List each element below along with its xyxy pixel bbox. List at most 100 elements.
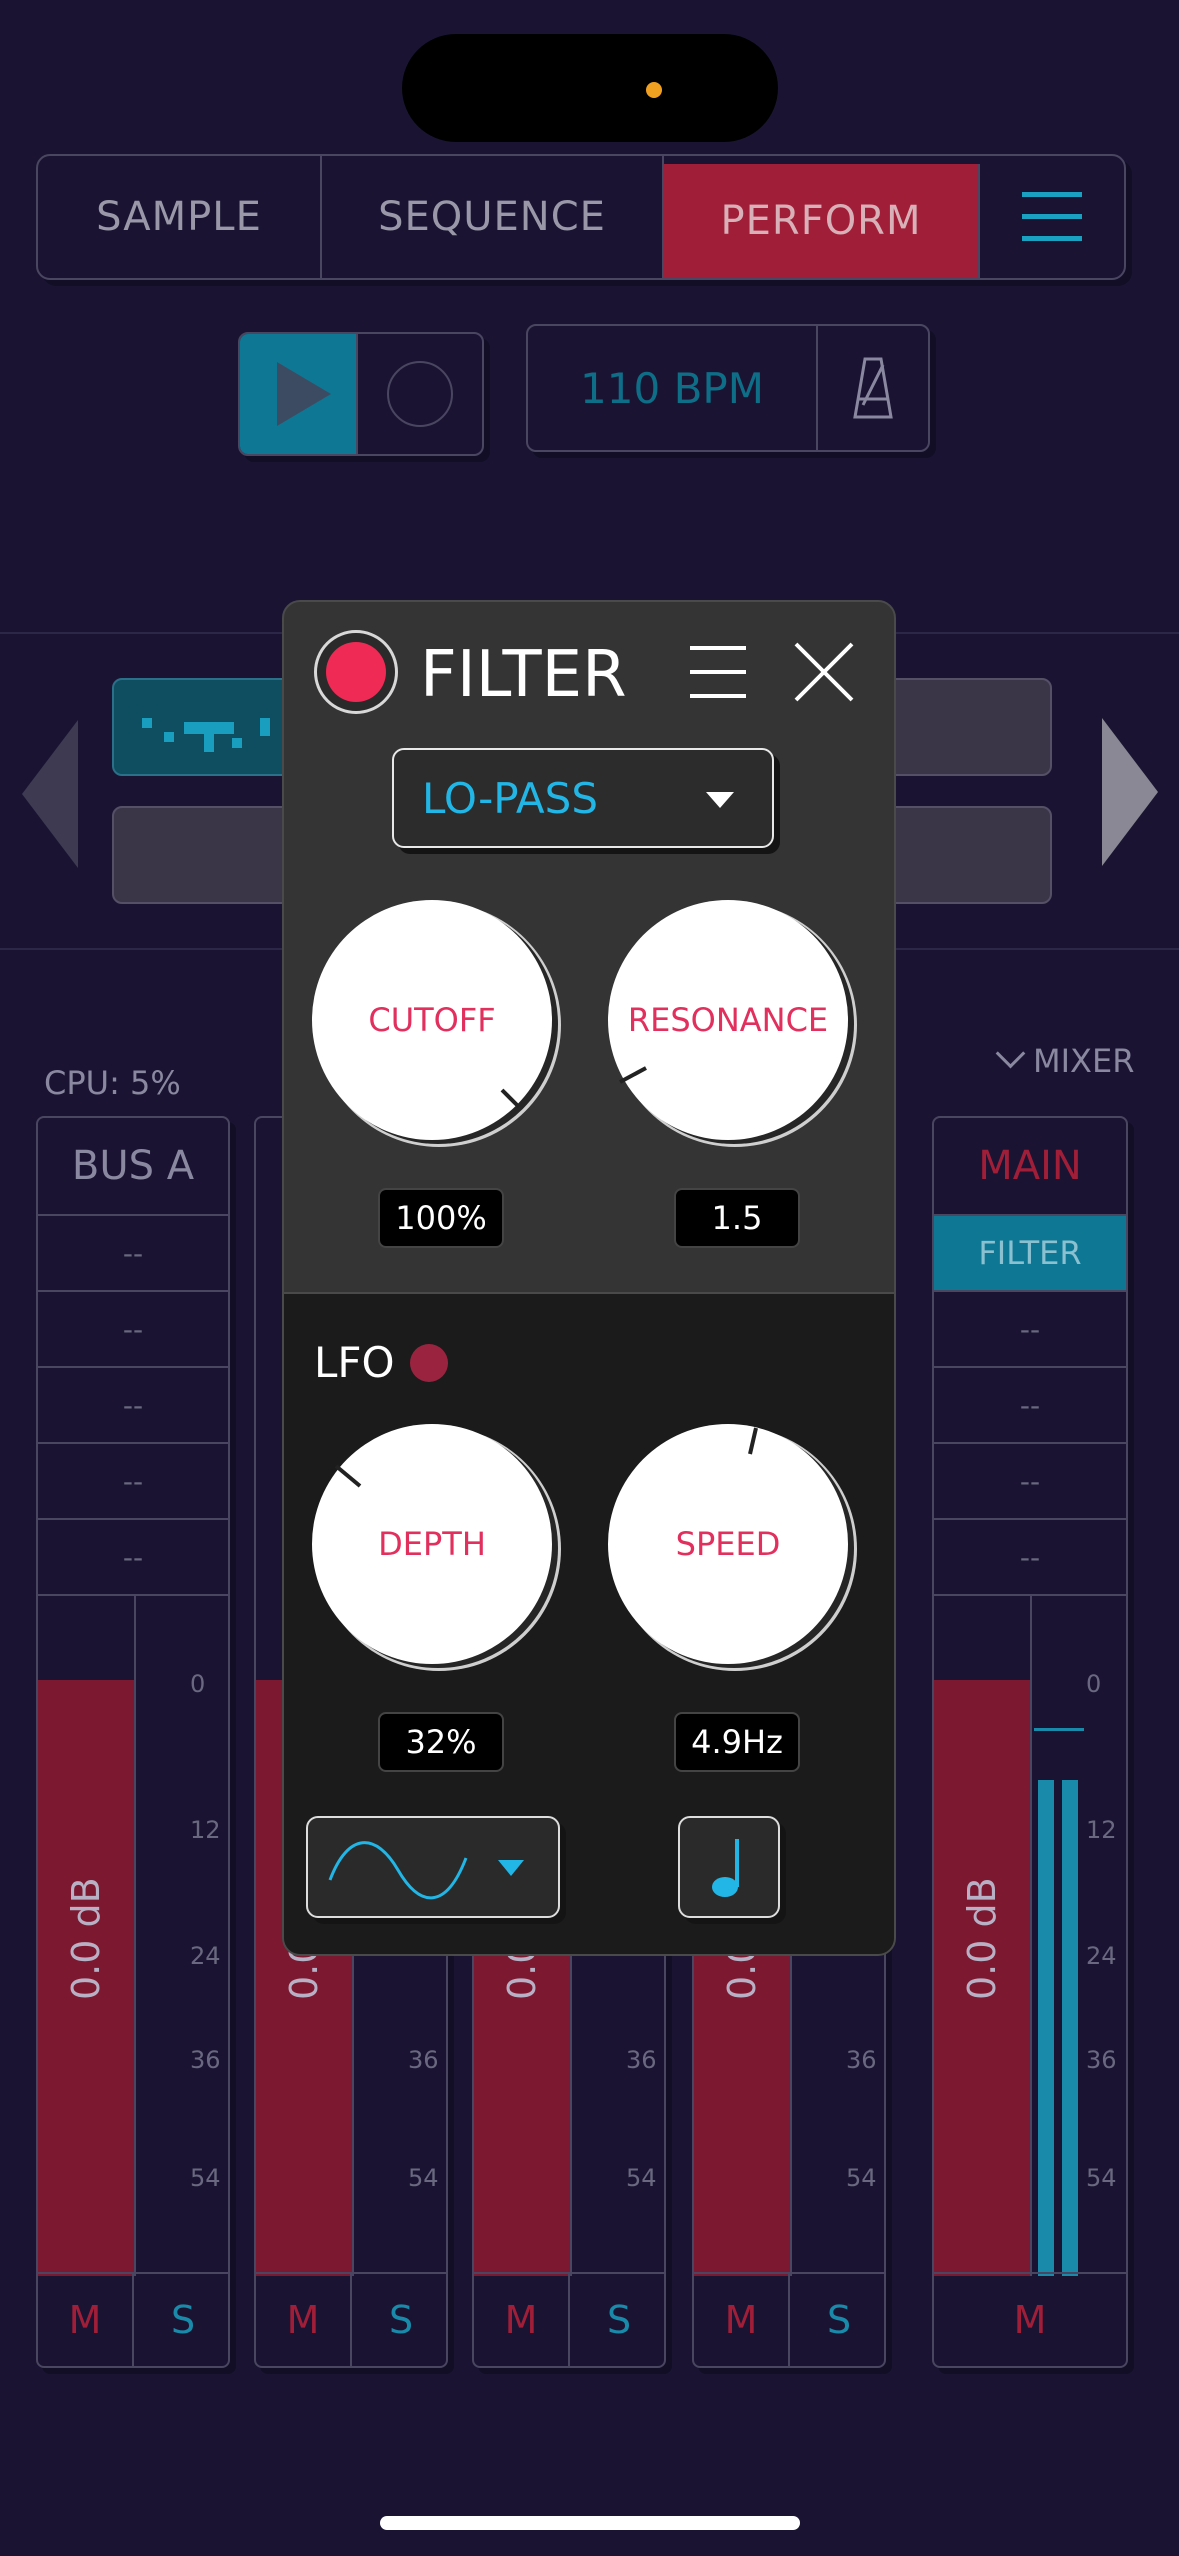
resonance-knob[interactable]: RESONANCE — [608, 900, 848, 1140]
effect-slot[interactable]: -- — [38, 1520, 228, 1596]
channel-strip-main: MAIN FILTER -- -- -- -- 0.0 dB 0 12 24 3… — [932, 1116, 1128, 2368]
chevron-down-icon — [995, 1038, 1026, 1069]
meter-tick: 36 — [190, 2046, 221, 2074]
cpu-usage: CPU: 5% — [44, 1064, 181, 1102]
tab-sample[interactable]: SAMPLE — [38, 156, 322, 278]
meter-tick: 54 — [190, 2164, 221, 2192]
meter-tick: 54 — [408, 2164, 439, 2192]
knob-indicator — [748, 1427, 758, 1455]
record-dot-icon — [326, 642, 386, 702]
filter-popup: FILTER LO-PASS CUTOFF 100% RESONANCE 1.5… — [282, 600, 896, 1956]
effect-slot[interactable]: -- — [38, 1368, 228, 1444]
cutoff-value: 100% — [378, 1188, 504, 1248]
filter-enable-button[interactable] — [314, 630, 398, 714]
tempo-controls: 110 BPM — [526, 324, 930, 452]
meter-tick: 36 — [846, 2046, 877, 2074]
meter-tick: 36 — [408, 2046, 439, 2074]
play-button[interactable] — [240, 334, 356, 454]
mixer-label: MIXER — [1033, 1042, 1135, 1080]
bpm-display[interactable]: 110 BPM — [528, 326, 818, 450]
meter-tick: 54 — [1086, 2164, 1117, 2192]
filter-type-value: LO-PASS — [422, 773, 598, 823]
metronome-button[interactable] — [818, 326, 928, 450]
resonance-value: 1.5 — [674, 1188, 800, 1248]
filter-menu-button[interactable] — [690, 644, 746, 700]
effect-slot[interactable]: -- — [38, 1216, 228, 1292]
tab-sequence[interactable]: SEQUENCE — [322, 156, 664, 278]
transport-controls — [238, 332, 484, 456]
effect-slot[interactable]: -- — [934, 1444, 1126, 1520]
knob-indicator — [500, 1088, 521, 1109]
meter-tick: 12 — [190, 1816, 221, 1844]
level-meter-left — [1038, 1780, 1054, 2276]
privacy-indicator — [646, 82, 662, 98]
mute-button[interactable]: M — [694, 2272, 790, 2366]
filter-type-dropdown[interactable]: LO-PASS — [392, 748, 774, 848]
effect-slot[interactable]: -- — [38, 1444, 228, 1520]
speed-knob[interactable]: SPEED — [608, 1424, 848, 1664]
record-icon — [387, 361, 453, 427]
pattern-slot-4[interactable] — [870, 806, 1052, 904]
speed-value: 4.9Hz — [674, 1712, 800, 1772]
previous-arrow-icon[interactable] — [22, 720, 78, 868]
hamburger-icon — [690, 646, 746, 698]
meter-tick: 24 — [190, 1942, 221, 1970]
knob-indicator — [619, 1066, 647, 1084]
mute-button[interactable]: M — [38, 2272, 134, 2366]
filter-title: FILTER — [420, 638, 627, 712]
tab-perform[interactable]: PERFORM — [664, 164, 980, 278]
quarter-note-icon — [712, 1839, 739, 1897]
meter-tick: 36 — [626, 2046, 657, 2074]
peak-marker — [1034, 1728, 1084, 1731]
mute-button[interactable]: M — [474, 2272, 570, 2366]
meter-tick: 0 — [1086, 1670, 1102, 1698]
depth-value: 32% — [378, 1712, 504, 1772]
mixer-toggle[interactable]: MIXER — [995, 1038, 1135, 1080]
volume-db-label: 0.0 dB — [64, 1877, 108, 2000]
play-icon — [277, 362, 331, 426]
mode-tabbar: SAMPLE SEQUENCE PERFORM — [36, 154, 1126, 280]
effect-slot[interactable]: -- — [934, 1520, 1126, 1596]
effect-slot[interactable]: -- — [934, 1368, 1126, 1444]
depth-knob[interactable]: DEPTH — [312, 1424, 552, 1664]
meter-tick: 0 — [190, 1670, 206, 1698]
lfo-waveform-dropdown[interactable] — [306, 1816, 560, 1918]
close-icon — [794, 642, 854, 702]
tempo-sync-button[interactable] — [678, 1816, 780, 1918]
pattern-slot-3[interactable] — [870, 678, 1052, 776]
dropdown-caret-icon — [498, 1860, 524, 1876]
mute-button[interactable]: M — [934, 2272, 1126, 2366]
effect-slot[interactable]: -- — [38, 1292, 228, 1368]
meter-tick: 12 — [1086, 1816, 1117, 1844]
meter-tick: 24 — [1086, 1942, 1117, 1970]
meter-tick: 54 — [626, 2164, 657, 2192]
channel-name[interactable]: BUS A — [38, 1118, 228, 1216]
solo-button[interactable]: S — [352, 2272, 446, 2366]
solo-button[interactable]: S — [790, 2272, 884, 2366]
effect-slot-filter[interactable]: FILTER — [934, 1216, 1126, 1292]
home-indicator — [380, 2516, 800, 2530]
record-button[interactable] — [356, 334, 482, 454]
mute-button[interactable]: M — [256, 2272, 352, 2366]
knob-indicator — [334, 1464, 362, 1488]
meter-tick: 36 — [1086, 2046, 1117, 2074]
volume-db-label: 0.0 dB — [960, 1877, 1004, 2000]
cutoff-knob[interactable]: CUTOFF — [312, 900, 552, 1140]
close-button[interactable] — [794, 642, 854, 702]
metronome-icon — [853, 357, 893, 419]
lfo-enable-toggle[interactable] — [410, 1344, 448, 1382]
solo-button[interactable]: S — [570, 2272, 664, 2366]
dropdown-caret-icon — [706, 792, 734, 808]
meter-tick: 54 — [846, 2164, 877, 2192]
menu-button[interactable] — [980, 156, 1124, 278]
channel-strip-bus-a: BUS A -- -- -- -- -- 0.0 dB 0 12 24 36 5… — [36, 1116, 230, 2368]
lfo-label: LFO — [314, 1338, 395, 1387]
next-arrow-icon[interactable] — [1102, 718, 1158, 866]
hamburger-icon — [1022, 192, 1082, 242]
solo-button[interactable]: S — [134, 2272, 228, 2366]
channel-name[interactable]: MAIN — [934, 1118, 1126, 1216]
sine-wave-icon — [328, 1841, 468, 1900]
level-meter-right — [1062, 1780, 1078, 2276]
dynamic-island — [402, 34, 778, 142]
effect-slot[interactable]: -- — [934, 1292, 1126, 1368]
